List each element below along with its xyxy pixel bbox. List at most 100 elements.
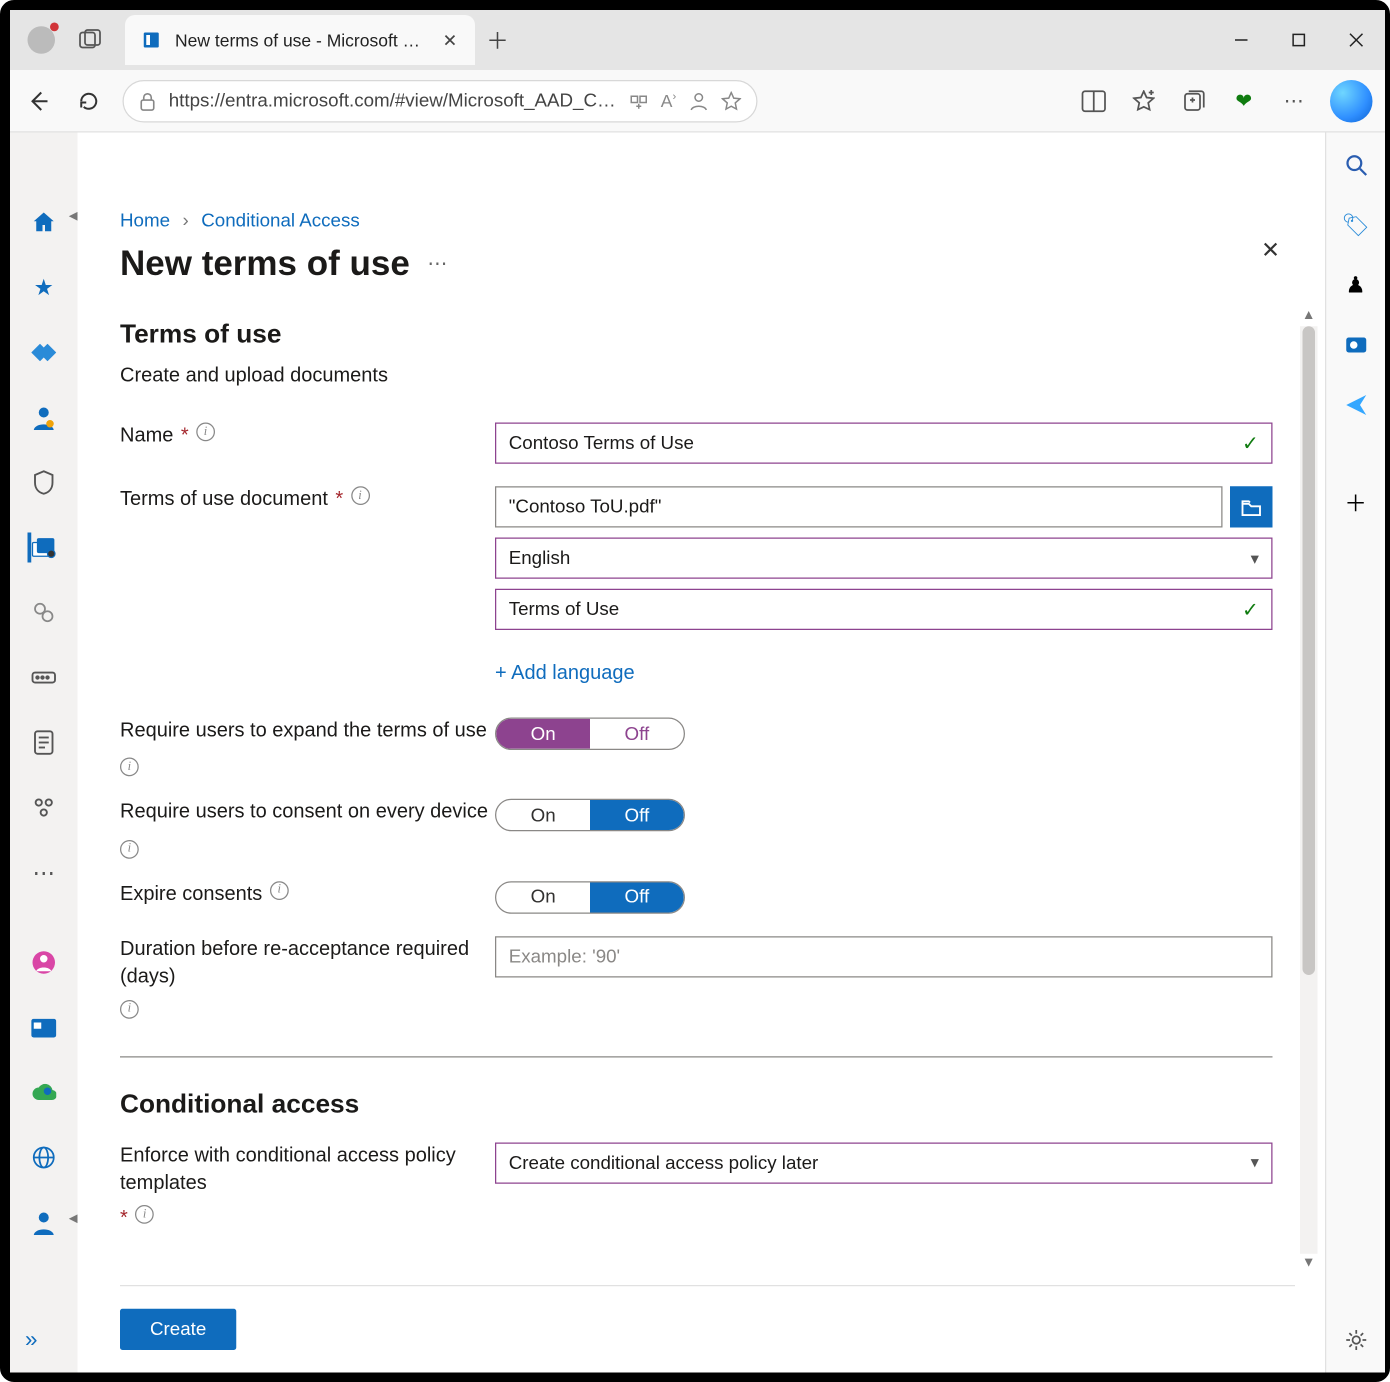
refresh-button[interactable] (73, 84, 106, 117)
document-file-value: "Contoso ToU.pdf" (509, 496, 662, 517)
titlebar-left: New terms of use - Microsoft Ent… ✕ ＋ (10, 10, 520, 70)
nav-settings-icon[interactable] (29, 793, 59, 823)
nav-verified-id-icon[interactable] (29, 598, 59, 628)
duration-label: Duration before re-acceptance required (… (120, 936, 495, 992)
scroll-thumb[interactable] (1303, 326, 1316, 975)
scrollbar[interactable]: ▲ ▼ (1300, 326, 1318, 1254)
document-file-input[interactable]: "Contoso ToU.pdf" (495, 486, 1223, 527)
edge-sidebar: 🏷 ♟ ＋ (1325, 133, 1385, 1373)
terms-of-use-heading: Terms of use (120, 320, 1273, 350)
browse-file-button[interactable] (1230, 486, 1273, 527)
nav-billing-icon[interactable] (29, 728, 59, 758)
copilot-icon[interactable] (1330, 79, 1373, 122)
duration-input[interactable]: Example: '90' (495, 936, 1273, 977)
duration-placeholder: Example: '90' (509, 946, 620, 967)
nav-card-icon[interactable] (29, 1013, 59, 1043)
sidebar-games-icon[interactable]: ♟ (1341, 270, 1371, 300)
sidebar-outlook-icon[interactable] (1341, 330, 1371, 360)
require-expand-toggle[interactable]: On Off (495, 718, 685, 751)
scroll-down-icon[interactable]: ▼ (1300, 1255, 1318, 1273)
window-close-button[interactable] (1328, 10, 1386, 70)
toggle-on[interactable]: On (496, 800, 590, 830)
breadcrumb: Home › Conditional Access (120, 210, 1285, 231)
workspaces-icon[interactable] (68, 18, 113, 63)
sidebar-send-icon[interactable] (1341, 390, 1371, 420)
toggle-on[interactable]: On (496, 719, 590, 749)
document-language-select[interactable]: English ▾ (495, 538, 1273, 579)
nav-identity-icon[interactable] (29, 403, 59, 433)
require-device-label: Require users to consent on every device (120, 799, 488, 827)
breadcrumb-home[interactable]: Home (120, 210, 170, 231)
sidebar-add-icon[interactable]: ＋ (1341, 488, 1371, 518)
main-content: Home › Conditional Access New terms of u… (78, 133, 1326, 1373)
info-icon[interactable]: i (120, 758, 139, 777)
profile-avatar-icon[interactable] (28, 26, 56, 54)
nav-home-icon[interactable] (29, 208, 59, 238)
title-more-icon[interactable]: ⋯ (427, 251, 450, 276)
document-display-input[interactable]: Terms of Use ✓ (495, 589, 1273, 630)
expire-toggle[interactable]: On Off (495, 881, 685, 914)
favorite-star-icon[interactable] (721, 91, 741, 111)
portal-left-nav: ◀ ★ (10, 133, 78, 1373)
health-icon[interactable]: ❤ (1230, 87, 1258, 115)
address-bar[interactable]: https://entra.microsoft.com/#view/Micros… (123, 79, 758, 122)
info-icon[interactable]: i (196, 423, 215, 442)
back-button[interactable] (23, 84, 56, 117)
tab-close-icon[interactable]: ✕ (438, 28, 463, 53)
new-tab-button[interactable]: ＋ (475, 24, 520, 57)
collections-icon[interactable] (1180, 87, 1208, 115)
browser-titlebar: New terms of use - Microsoft Ent… ✕ ＋ (10, 10, 1385, 70)
info-icon[interactable]: i (135, 1205, 154, 1224)
close-blade-button[interactable]: ✕ (1261, 238, 1280, 264)
split-screen-icon[interactable] (1080, 87, 1108, 115)
name-input[interactable]: Contoso Terms of Use ✓ (495, 423, 1273, 464)
nav-governance-icon[interactable] (27, 533, 57, 563)
tab-favicon-icon (140, 29, 163, 52)
nav-cloud-icon[interactable] (29, 1078, 59, 1108)
account-addr-icon[interactable] (689, 91, 709, 111)
sidebar-settings-icon[interactable] (1341, 1325, 1371, 1355)
info-icon[interactable]: i (120, 840, 139, 859)
check-icon: ✓ (1242, 431, 1259, 456)
nav-diagnose-icon[interactable] (29, 338, 59, 368)
extensions-addr-icon[interactable] (628, 91, 648, 111)
name-value: Contoso Terms of Use (509, 433, 694, 454)
scroll-up-icon[interactable]: ▲ (1300, 308, 1318, 326)
nav-permissions-icon[interactable] (29, 663, 59, 693)
toggle-off[interactable]: Off (590, 800, 684, 830)
toggle-on[interactable]: On (496, 882, 590, 912)
nav-user2-icon[interactable] (29, 1208, 59, 1238)
read-aloud-icon[interactable]: A› (661, 90, 676, 111)
create-button[interactable]: Create (120, 1309, 236, 1350)
more-icon[interactable]: ⋯ (1280, 87, 1308, 115)
browser-tab[interactable]: New terms of use - Microsoft Ent… ✕ (125, 15, 475, 65)
nav-show-more-icon[interactable]: » (25, 1326, 38, 1352)
add-language-link[interactable]: + Add language (495, 663, 1273, 686)
sidebar-search-icon[interactable] (1341, 150, 1371, 180)
nav-more-dots-icon[interactable]: ⋯ (29, 858, 59, 888)
required-marker: * (181, 423, 189, 451)
document-display-value: Terms of Use (509, 599, 619, 620)
nav-favorites-icon[interactable]: ★ (29, 273, 59, 303)
require-device-toggle[interactable]: On Off (495, 799, 685, 832)
favorites-icon[interactable] (1130, 87, 1158, 115)
required-marker: * (335, 486, 343, 514)
toggle-off[interactable]: Off (590, 719, 684, 749)
toggle-off[interactable]: Off (590, 882, 684, 912)
sidebar-shopping-icon[interactable]: 🏷 (1341, 210, 1371, 240)
nav-learn-icon[interactable] (29, 948, 59, 978)
window-maximize-button[interactable] (1270, 10, 1328, 70)
enforce-value: Create conditional access policy later (509, 1152, 819, 1173)
info-icon[interactable]: i (270, 881, 289, 900)
terms-of-use-sub: Create and upload documents (120, 365, 1273, 388)
breadcrumb-conditional-access[interactable]: Conditional Access (201, 210, 359, 231)
nav-protection-icon[interactable] (29, 468, 59, 498)
chevron-down-icon: ▾ (1251, 1153, 1259, 1173)
blade-footer: Create (120, 1285, 1295, 1373)
window-minimize-button[interactable] (1213, 10, 1271, 70)
info-icon[interactable]: i (120, 999, 139, 1018)
nav-globe-icon[interactable] (29, 1143, 59, 1173)
info-icon[interactable]: i (351, 486, 370, 505)
enforce-select[interactable]: Create conditional access policy later ▾ (495, 1142, 1273, 1183)
lock-icon (139, 91, 157, 111)
